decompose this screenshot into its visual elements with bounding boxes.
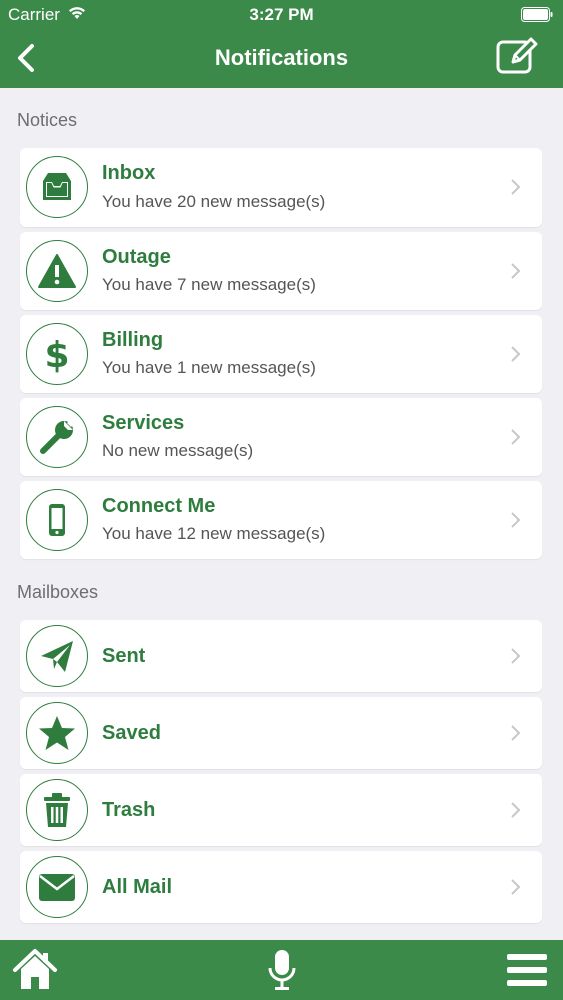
mailbox-title: Saved bbox=[102, 722, 161, 744]
chevron-right-icon bbox=[511, 346, 521, 362]
mailbox-item-sent[interactable]: Sent bbox=[20, 620, 542, 692]
nav-bar: Notifications bbox=[0, 30, 563, 88]
chevron-right-icon bbox=[511, 429, 521, 445]
bottom-tab-bar bbox=[0, 940, 563, 1000]
mailbox-item-saved[interactable]: Saved bbox=[20, 697, 542, 769]
wrench-icon bbox=[26, 406, 88, 468]
home-icon[interactable] bbox=[12, 948, 58, 992]
menu-icon[interactable] bbox=[507, 952, 547, 988]
notice-item-inbox[interactable]: Inbox You have 20 new message(s) bbox=[20, 148, 542, 227]
section-label-notices: Notices bbox=[17, 110, 78, 130]
notice-item-outage[interactable]: Outage You have 7 new message(s) bbox=[20, 232, 542, 310]
mailbox-title: Sent bbox=[102, 645, 146, 667]
mailbox-title: All Mail bbox=[102, 876, 173, 898]
chevron-right-icon bbox=[511, 179, 521, 195]
notice-subtitle: You have 7 new message(s) bbox=[102, 275, 316, 294]
svg-text:$: $ bbox=[44, 335, 69, 374]
chevron-right-icon bbox=[511, 648, 521, 664]
header: Carrier 3:27 PM Notifications bbox=[0, 0, 563, 88]
page-title: Notifications bbox=[214, 45, 349, 70]
notice-subtitle: No new message(s) bbox=[102, 441, 254, 460]
notice-subtitle: You have 12 new message(s) bbox=[102, 524, 326, 543]
notice-item-services[interactable]: Services No new message(s) bbox=[20, 398, 542, 476]
mobile-phone-icon bbox=[26, 489, 88, 551]
chevron-right-icon bbox=[511, 802, 521, 818]
chevron-right-icon bbox=[511, 512, 521, 528]
chevron-right-icon bbox=[511, 879, 521, 895]
status-time: 3:27 PM bbox=[249, 5, 314, 24]
notice-title: Connect Me bbox=[102, 495, 216, 517]
paper-plane-icon bbox=[26, 625, 88, 687]
notice-item-billing[interactable]: $ Billing You have 1 new message(s) bbox=[20, 315, 542, 393]
chevron-right-icon bbox=[511, 263, 521, 279]
notice-title: Inbox bbox=[102, 162, 156, 184]
inbox-icon bbox=[26, 156, 88, 218]
status-bar: Carrier 3:27 PM bbox=[0, 0, 563, 30]
notice-item-connect-me[interactable]: Connect Me You have 12 new message(s) bbox=[20, 481, 542, 559]
notice-title: Billing bbox=[102, 329, 164, 351]
mailbox-item-all-mail[interactable]: All Mail bbox=[20, 851, 542, 923]
envelope-icon bbox=[26, 856, 88, 918]
mailbox-title: Trash bbox=[102, 799, 156, 821]
mailbox-item-trash[interactable]: Trash bbox=[20, 774, 542, 846]
notice-title: Services bbox=[102, 412, 185, 434]
notice-subtitle: You have 20 new message(s) bbox=[102, 192, 326, 211]
microphone-icon[interactable] bbox=[266, 948, 298, 992]
section-label-mailboxes: Mailboxes bbox=[17, 582, 99, 602]
chevron-right-icon bbox=[511, 725, 521, 741]
notice-title: Outage bbox=[102, 246, 171, 268]
warning-icon bbox=[26, 240, 88, 302]
dollar-icon: $ bbox=[26, 323, 88, 385]
notice-subtitle: You have 1 new message(s) bbox=[102, 358, 316, 377]
star-icon bbox=[26, 702, 88, 764]
battery-icon bbox=[521, 7, 553, 22]
compose-button[interactable] bbox=[495, 36, 539, 76]
trash-icon bbox=[26, 779, 88, 841]
